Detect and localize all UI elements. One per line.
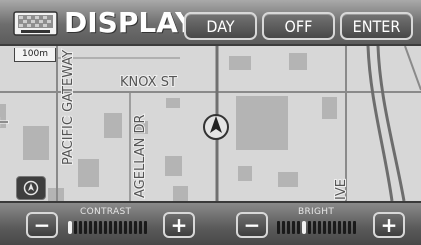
street-partial-left: T [0, 118, 12, 127]
level-segment [79, 221, 82, 234]
street-magellan: AGELLAN DR [133, 114, 148, 198]
level-segment [353, 221, 356, 234]
level-segment [104, 221, 107, 234]
contrast-increase-button[interactable]: + [163, 212, 195, 238]
level-segment [282, 221, 285, 234]
level-segment [277, 221, 280, 234]
level-indicator [68, 221, 72, 234]
day-button[interactable]: DAY [184, 12, 257, 40]
level-segment [114, 221, 117, 234]
contrast-level-meter[interactable] [68, 221, 147, 234]
map-orientation-button[interactable] [16, 176, 46, 200]
level-segment [109, 221, 112, 234]
contrast-label: CONTRAST [80, 207, 132, 217]
level-segment [124, 221, 127, 234]
bright-increase-button[interactable]: + [373, 212, 405, 238]
level-segment [94, 221, 97, 234]
contrast-decrease-button[interactable]: − [26, 212, 58, 238]
level-segment [308, 221, 311, 234]
bottom-control-bar [0, 201, 421, 245]
level-segment [89, 221, 92, 234]
level-segment [292, 221, 295, 234]
level-segment [343, 221, 346, 234]
bright-label: BRIGHT [298, 207, 335, 217]
vehicle-position-icon [203, 114, 229, 140]
level-segment [129, 221, 132, 234]
level-segment [297, 221, 300, 234]
street-knox: KNOX ST [120, 75, 177, 90]
street-pacific: PACIFIC GATEWAY [61, 50, 76, 165]
level-segment [338, 221, 341, 234]
page-title: DISPLAY [64, 6, 196, 39]
enter-button[interactable]: ENTER [340, 12, 413, 40]
level-segment [99, 221, 102, 234]
top-bar: DISPLAY DAY OFF ENTER [0, 0, 421, 46]
level-segment [323, 221, 326, 234]
level-segment [134, 221, 137, 234]
level-segment [318, 221, 321, 234]
map-scale: 100m [14, 48, 56, 62]
level-segment [139, 221, 142, 234]
bright-decrease-button[interactable]: − [236, 212, 268, 238]
level-segment [333, 221, 336, 234]
level-segment [313, 221, 316, 234]
display-settings-screen: KNOX ST PACIFIC GATEWAY AGELLAN DR T IVE… [0, 0, 421, 245]
off-button[interactable]: OFF [262, 12, 335, 40]
level-segment [348, 221, 351, 234]
level-segment [119, 221, 122, 234]
street-partial-bottom: IVE [334, 179, 349, 200]
level-segment [287, 221, 290, 234]
level-segment [84, 221, 87, 234]
level-indicator [302, 221, 306, 234]
level-segment [328, 221, 331, 234]
display-settings-icon [13, 11, 58, 36]
bright-level-meter[interactable] [277, 221, 356, 234]
compass-icon [23, 180, 39, 196]
level-segment [144, 221, 147, 234]
level-segment [74, 221, 77, 234]
